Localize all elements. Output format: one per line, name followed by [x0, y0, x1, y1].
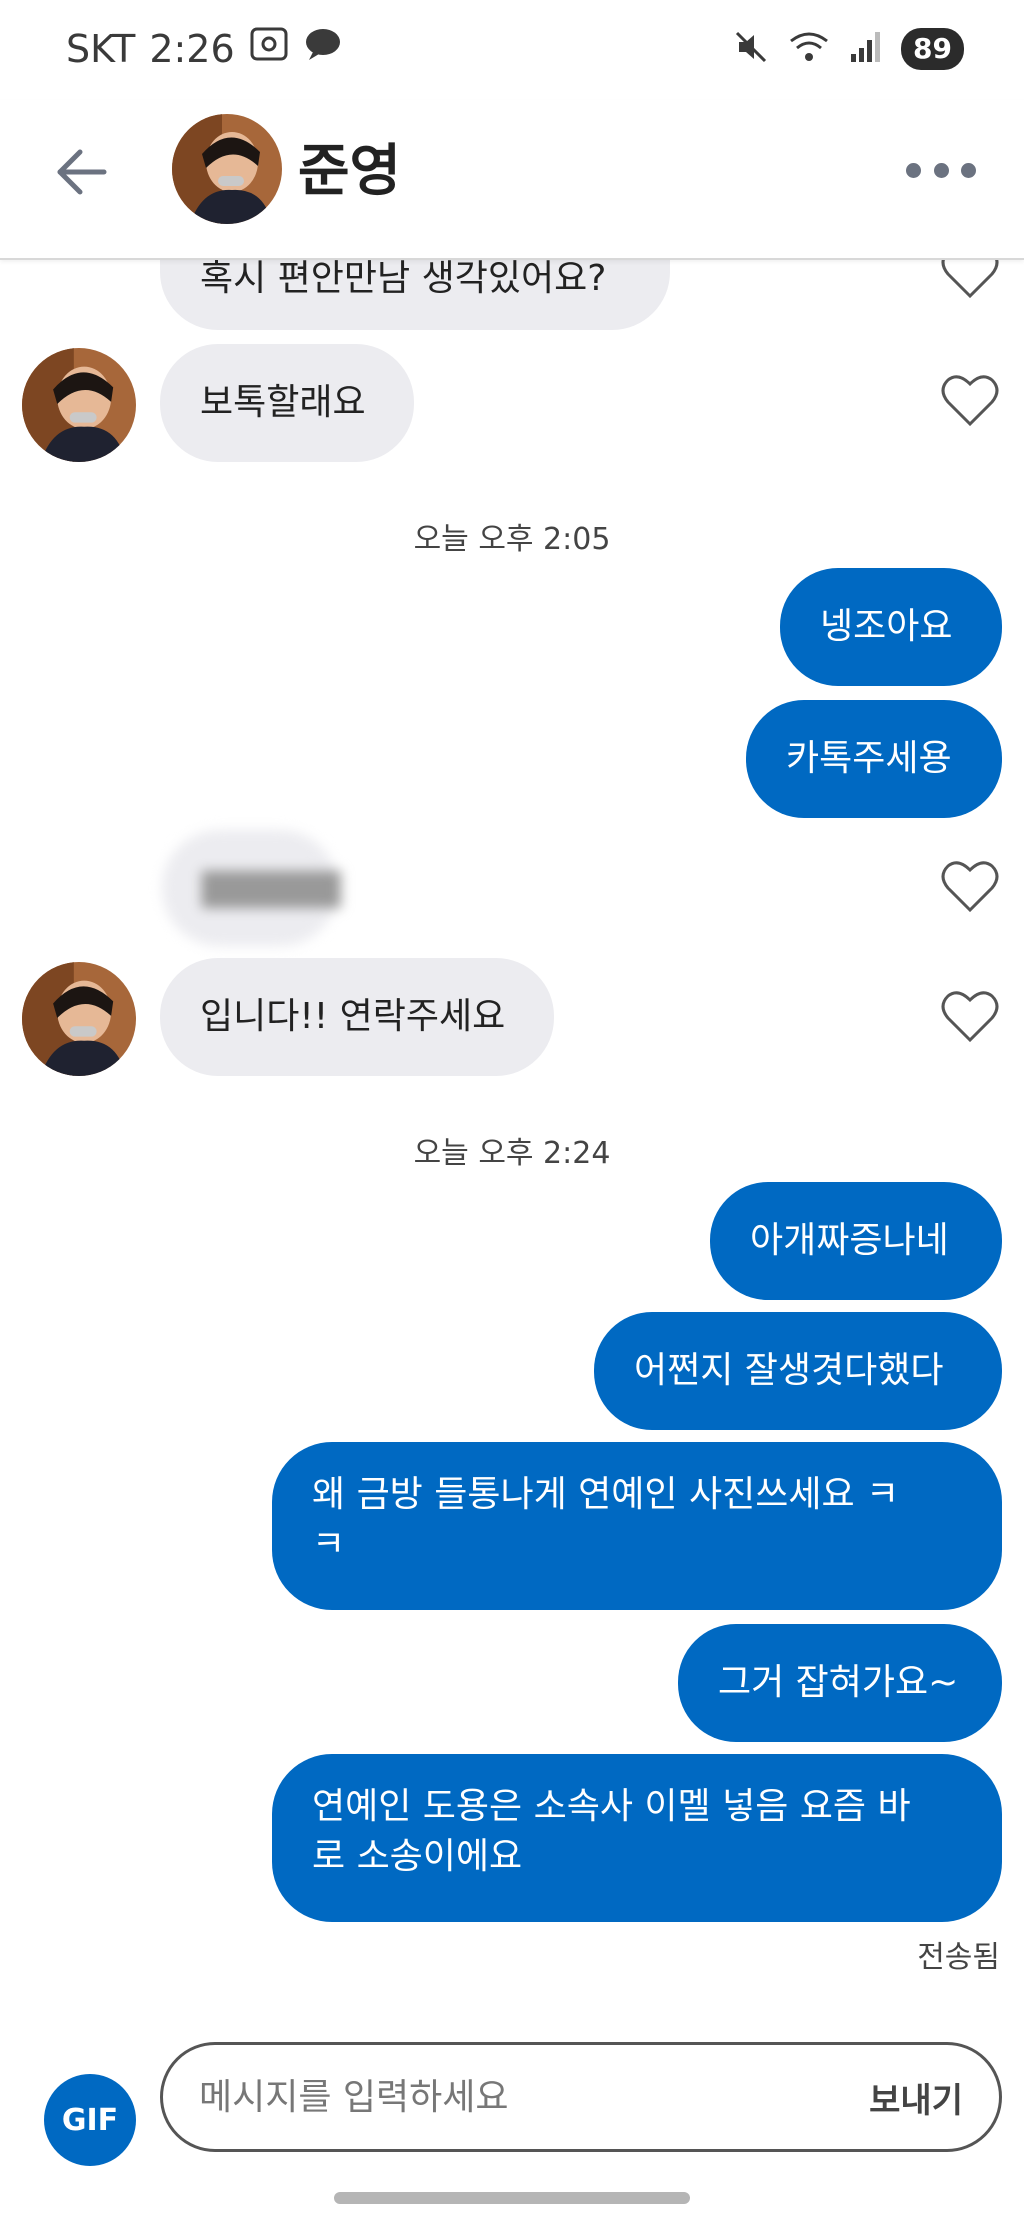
message-outgoing[interactable]: 그거 잡혀가요~: [678, 1624, 1002, 1742]
sender-avatar[interactable]: [22, 348, 136, 462]
timestamp: 오늘 오후 2:05: [413, 522, 611, 557]
message-incoming-redacted[interactable]: ▇▇▇▇▇: [162, 830, 340, 946]
more-dot-icon: [933, 162, 949, 178]
message-outgoing[interactable]: 어쩐지 잘생겻다했다: [594, 1312, 1002, 1430]
mute-icon: [733, 29, 769, 69]
home-indicator[interactable]: [334, 2192, 690, 2204]
signal-icon: [849, 30, 883, 68]
carrier-label: SKT: [66, 26, 136, 71]
send-button[interactable]: 보내기: [869, 2073, 963, 2122]
chat-header: 준영: [0, 100, 1024, 260]
message-incoming[interactable]: 보톡할래요: [160, 344, 414, 462]
contact-avatar[interactable]: [172, 114, 282, 224]
clock: 2:26: [149, 26, 235, 71]
chat-thread[interactable]: 혹시 편안만남 생각있어요? 보톡할래요 오늘 오후 2:05 넹조아요 카톡주…: [0, 260, 1024, 2000]
message-input-bar: GIF 보내기: [0, 2020, 1024, 2180]
message-outgoing[interactable]: 넹조아요: [780, 568, 1002, 686]
heart-icon[interactable]: [940, 988, 1000, 1044]
back-button[interactable]: [52, 142, 112, 202]
heart-icon[interactable]: [940, 372, 1000, 428]
wifi-icon: [787, 29, 831, 69]
more-dot-icon: [906, 162, 921, 178]
timestamp: 오늘 오후 2:24: [413, 1136, 611, 1171]
message-outgoing[interactable]: 카톡주세용: [746, 700, 1002, 818]
message-incoming[interactable]: 입니다!! 연락주세요: [160, 958, 554, 1076]
more-options-button[interactable]: [906, 150, 976, 190]
heart-icon[interactable]: [940, 260, 1000, 300]
message-outgoing[interactable]: 연예인 도용은 소속사 이멜 넣음 요즘 바로 소송이에요: [272, 1754, 1002, 1922]
more-dot-icon: [961, 162, 976, 178]
message-input[interactable]: [199, 2076, 870, 2118]
screenshot-icon: [249, 26, 289, 71]
contact-name: 준영: [298, 139, 402, 204]
battery-indicator: 89: [901, 28, 964, 70]
message-incoming[interactable]: 혹시 편안만남 생각있어요?: [160, 260, 670, 330]
sender-avatar[interactable]: [22, 962, 136, 1076]
message-outgoing[interactable]: 아개짜증나네: [710, 1182, 1002, 1300]
message-compose-box[interactable]: 보내기: [160, 2042, 1002, 2152]
arrow-left-icon: [57, 149, 107, 195]
message-outgoing[interactable]: 왜 금방 들통나게 연예인 사진쓰세요 ㅋ ㅋ: [272, 1442, 1002, 1610]
sent-status: 전송됨: [917, 1940, 1000, 1975]
chat-notification-icon: [303, 26, 343, 71]
heart-icon[interactable]: [940, 858, 1000, 914]
status-bar: SKT 2:26 89: [0, 0, 1024, 100]
gif-button[interactable]: GIF: [44, 2074, 136, 2166]
